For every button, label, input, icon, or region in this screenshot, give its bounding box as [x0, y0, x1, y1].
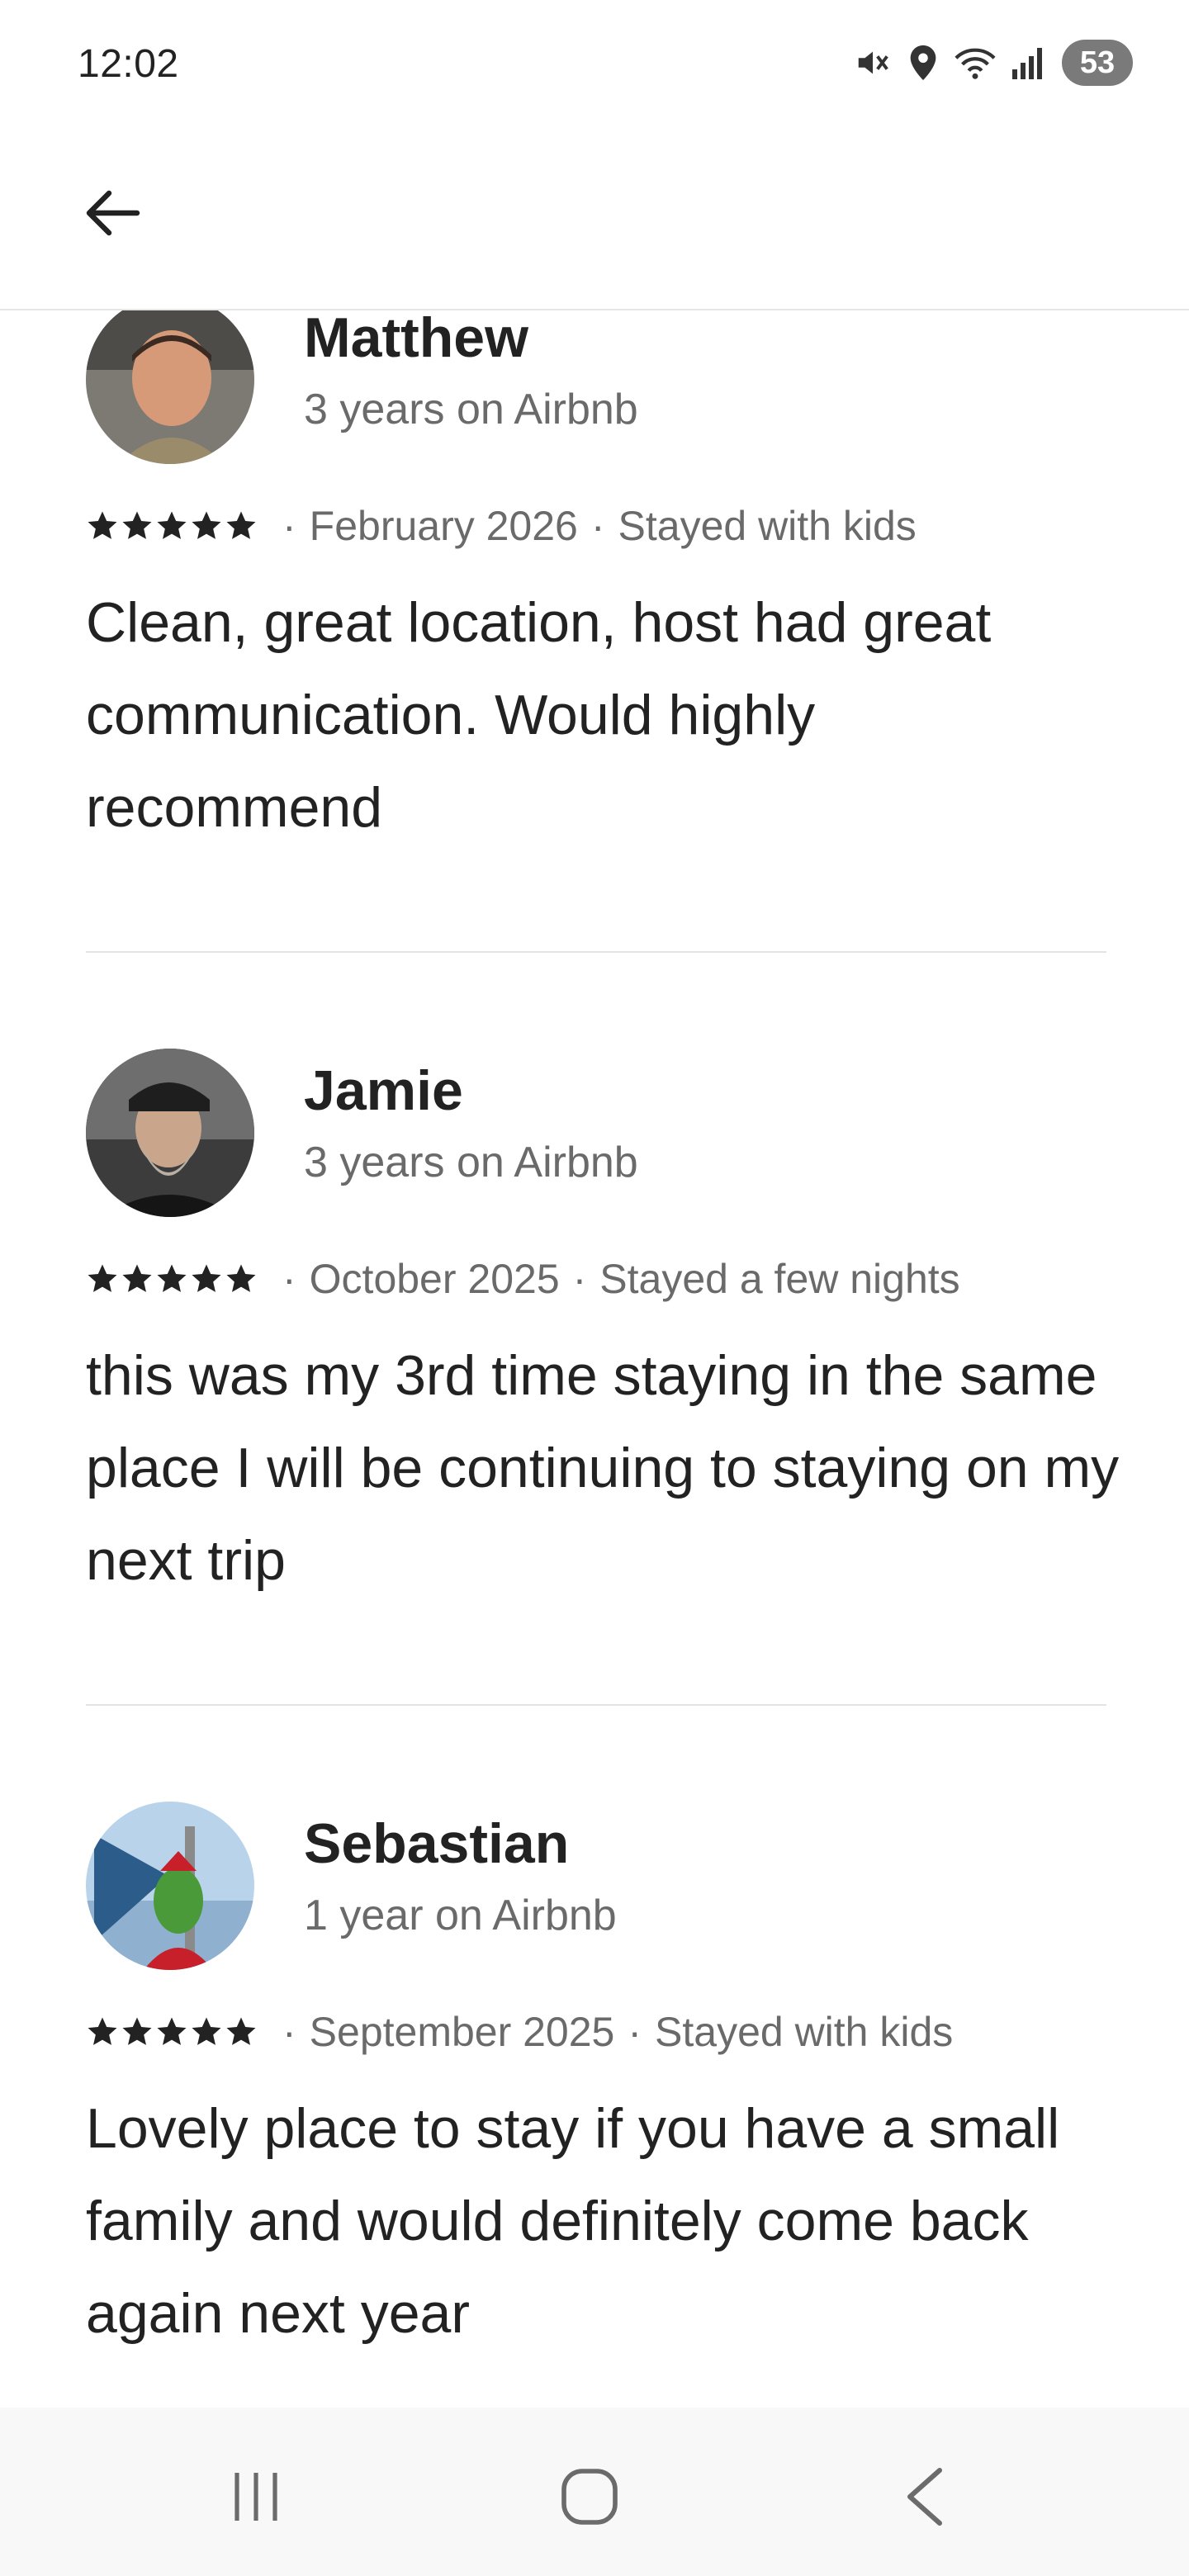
reviewer-tenure: 1 year on Airbnb [304, 1892, 617, 1939]
review-meta: · February 2026 · Stayed with kids [86, 502, 917, 550]
review-text: Lovely place to stay if you have a small… [86, 2097, 1060, 2345]
stay-type: Stayed a few nights [599, 1256, 960, 1302]
back-button[interactable] [79, 182, 145, 248]
avatar[interactable] [86, 1049, 254, 1217]
review-date: October 2025 [309, 1256, 560, 1302]
system-nav-bar [0, 2408, 1189, 2576]
star-rating [86, 2015, 258, 2048]
separator-dot: · [590, 503, 605, 549]
divider [86, 1704, 1106, 1706]
star-icon [226, 511, 256, 539]
review-meta: · September 2025 · Stayed with kids [86, 2008, 953, 2056]
recents-icon [227, 2468, 285, 2530]
top-app-bar [0, 140, 1189, 310]
reviewer-name: Matthew [304, 306, 528, 369]
review-text: this was my 3rd time staying in the same… [86, 1344, 1120, 1592]
separator-dot: · [628, 2009, 642, 2055]
star-icon [226, 1264, 256, 1292]
star-icon [192, 511, 221, 539]
star-icon [88, 2017, 117, 2045]
star-icon [192, 1264, 221, 1292]
star-icon [122, 511, 152, 539]
stay-type: Stayed with kids [655, 2009, 954, 2055]
reviewer-name: Jamie [304, 1059, 463, 1122]
reviewer-tenure: 3 years on Airbnb [304, 386, 638, 433]
home-icon [559, 2466, 620, 2531]
star-icon [192, 2017, 221, 2045]
star-rating [86, 1262, 258, 1295]
separator-dot: · [282, 503, 296, 549]
star-rating [86, 509, 258, 542]
stay-type: Stayed with kids [618, 503, 917, 549]
review-item: Sebastian 1 year on Airbnb · September 2… [86, 1802, 1106, 2396]
reviewer-tenure: 3 years on Airbnb [304, 1139, 638, 1186]
star-icon [157, 511, 187, 539]
star-icon [226, 2017, 256, 2045]
star-icon [88, 511, 117, 539]
home-button[interactable] [540, 2457, 639, 2540]
review-meta: · October 2025 · Stayed a few nights [86, 1255, 960, 1303]
system-back-button[interactable] [875, 2457, 974, 2540]
avatar[interactable] [86, 1802, 254, 1970]
recents-button[interactable] [206, 2457, 306, 2540]
star-icon [157, 2017, 187, 2045]
divider [86, 951, 1106, 953]
star-icon [122, 1264, 152, 1292]
separator-dot: · [572, 1256, 587, 1302]
back-chevron-icon [900, 2464, 950, 2534]
reviews-list[interactable]: Matthew 3 years on Airbnb · February 202… [0, 0, 1189, 2576]
star-icon [122, 2017, 152, 2045]
separator-dot: · [282, 2009, 296, 2055]
review-date: February 2026 [309, 503, 578, 549]
review-item: Jamie 3 years on Airbnb · October 2025 ·… [86, 1049, 1119, 1627]
star-icon [157, 1264, 187, 1292]
avatar[interactable] [86, 296, 254, 464]
separator-dot: · [282, 1256, 296, 1302]
review-item: Matthew 3 years on Airbnb · February 202… [86, 296, 1106, 874]
review-date: September 2025 [309, 2009, 615, 2055]
review-text: Clean, great location, host had great co… [86, 591, 992, 839]
reviewer-name: Sebastian [304, 1812, 570, 1875]
arrow-left-icon [84, 188, 140, 242]
star-icon [88, 1264, 117, 1292]
